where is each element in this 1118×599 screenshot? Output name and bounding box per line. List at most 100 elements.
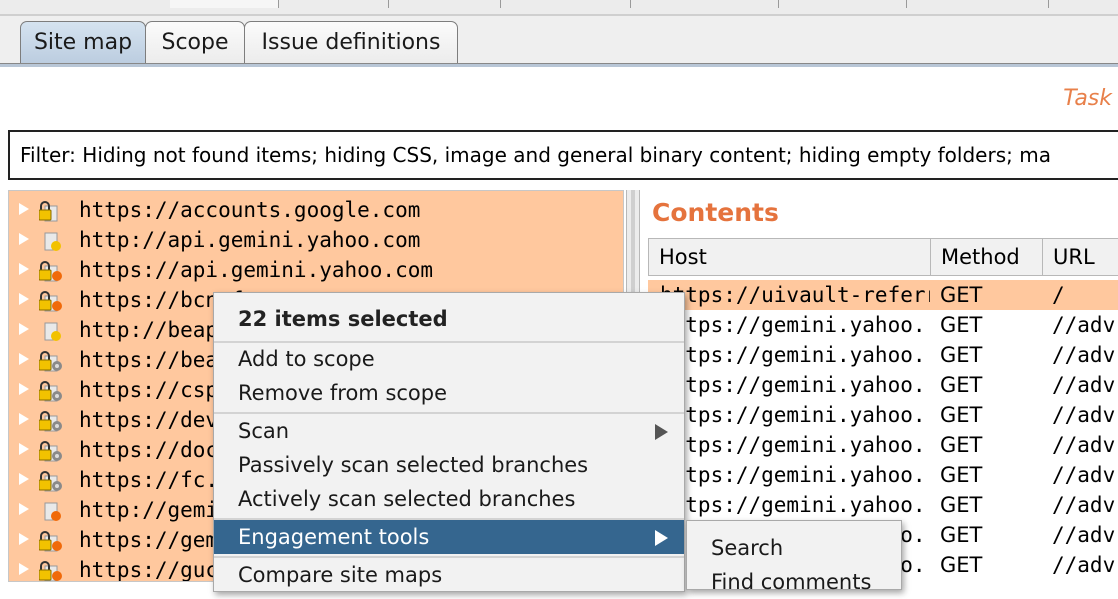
menu-add-to-scope[interactable]: Add to scope bbox=[214, 342, 684, 376]
tree-node[interactable]: http://api.gemini.yahoo.com bbox=[9, 225, 623, 255]
cell-method: GET bbox=[940, 373, 983, 397]
main-tab[interactable] bbox=[500, 0, 631, 8]
submenu-arrow-icon bbox=[655, 424, 668, 440]
lock-gear-icon bbox=[38, 440, 63, 462]
main-tab[interactable] bbox=[0, 0, 171, 8]
table-row[interactable]: https://uivault-referr... GET / bbox=[648, 280, 1118, 310]
cell-host: https://gemini.yahoo.... bbox=[660, 343, 930, 367]
expand-arrow-icon[interactable] bbox=[19, 293, 29, 305]
menu-remove-from-scope[interactable]: Remove from scope bbox=[214, 376, 684, 410]
lock-issue-icon bbox=[38, 260, 63, 282]
lock-gear-icon bbox=[38, 470, 63, 492]
menu-passive-scan[interactable]: Passively scan selected branches bbox=[214, 448, 684, 482]
main-tab[interactable] bbox=[906, 0, 1049, 8]
tree-node[interactable]: https://accounts.google.com bbox=[9, 195, 623, 225]
menu-find-comments[interactable]: Find comments bbox=[687, 565, 901, 599]
column-header-url[interactable]: URL bbox=[1043, 239, 1118, 275]
cell-url: //adv bbox=[1052, 493, 1116, 517]
lock-gear-icon bbox=[38, 380, 63, 402]
cell-url: //adv bbox=[1052, 343, 1116, 367]
expand-arrow-icon[interactable] bbox=[19, 353, 29, 365]
main-tab-active[interactable] bbox=[170, 0, 279, 8]
page-issue-icon bbox=[39, 500, 63, 522]
cell-host: https://gemini.yahoo.... bbox=[660, 403, 930, 427]
cell-method: GET bbox=[940, 343, 983, 367]
sub-tab-bar: Site map Scope Issue definitions bbox=[0, 16, 1118, 64]
main-tab[interactable] bbox=[778, 0, 907, 8]
expand-arrow-icon[interactable] bbox=[19, 263, 29, 275]
tree-node-label: https://deve bbox=[79, 408, 231, 432]
tab-site-map[interactable]: Site map bbox=[20, 21, 146, 63]
cell-url: //adv bbox=[1052, 523, 1116, 547]
main-tab[interactable] bbox=[278, 0, 389, 8]
table-row[interactable]: https://gemini.yahoo.... GET //adv bbox=[648, 460, 1118, 490]
lock-gear-icon bbox=[38, 350, 63, 372]
task-link[interactable]: Task bbox=[1063, 86, 1112, 111]
table-row[interactable]: https://gemini.yahoo.... GET //adv bbox=[648, 430, 1118, 460]
expand-arrow-icon[interactable] bbox=[19, 233, 29, 245]
tree-node-label: https://guce bbox=[79, 558, 231, 582]
table-row[interactable]: https://gemini.yahoo.... GET //adv bbox=[648, 340, 1118, 370]
menu-search[interactable]: Search bbox=[687, 531, 901, 565]
table-row[interactable]: https://gemini.yahoo.... GET //adv bbox=[648, 370, 1118, 400]
cell-url: / bbox=[1052, 283, 1065, 307]
expand-arrow-icon[interactable] bbox=[19, 473, 29, 485]
cell-host: https://uivault-referr... bbox=[660, 283, 930, 307]
lock-icon bbox=[38, 200, 63, 222]
tree-node-label: https://accounts.google.com bbox=[79, 198, 421, 222]
expand-arrow-icon[interactable] bbox=[19, 413, 29, 425]
cell-method: GET bbox=[940, 283, 983, 307]
table-row[interactable]: https://gemini.yahoo.... GET //adv bbox=[648, 400, 1118, 430]
main-tab[interactable] bbox=[388, 0, 501, 8]
expand-arrow-icon[interactable] bbox=[19, 563, 29, 575]
cell-method: GET bbox=[940, 313, 983, 337]
menu-engagement-tools[interactable]: Engagement tools bbox=[214, 520, 684, 554]
expand-arrow-icon[interactable] bbox=[19, 383, 29, 395]
column-header-host[interactable]: Host bbox=[649, 239, 931, 275]
menu-engagement-tools-label: Engagement tools bbox=[238, 525, 430, 549]
filter-bar[interactable]: Filter: Hiding not found items; hiding C… bbox=[8, 130, 1118, 180]
lock-issue-icon bbox=[38, 560, 63, 581]
cell-url: //adv bbox=[1052, 433, 1116, 457]
cell-host: https://gemini.yahoo.... bbox=[660, 493, 930, 517]
cell-method: GET bbox=[940, 553, 983, 577]
tree-node-label: http://api.gemini.yahoo.com bbox=[79, 228, 421, 252]
engagement-tools-submenu: Search Find comments bbox=[686, 520, 902, 594]
cell-url: //adv bbox=[1052, 553, 1116, 577]
menu-header: 22 items selected bbox=[238, 307, 448, 331]
expand-arrow-icon[interactable] bbox=[19, 443, 29, 455]
menu-scan[interactable]: Scan bbox=[214, 414, 684, 448]
lock-issue-icon bbox=[38, 290, 63, 312]
table-row[interactable]: https://gemini.yahoo.... GET //adv bbox=[648, 490, 1118, 520]
menu-active-scan[interactable]: Actively scan selected branches bbox=[214, 482, 684, 516]
tree-node-label: http://beap. bbox=[79, 318, 231, 342]
cell-method: GET bbox=[940, 463, 983, 487]
tree-node-label: https://gem bbox=[79, 528, 219, 552]
page-icon bbox=[39, 230, 63, 252]
cell-host: https://gemini.yahoo.... bbox=[660, 373, 930, 397]
cell-url: //adv bbox=[1052, 463, 1116, 487]
context-menu: 22 items selected Add to scope Remove fr… bbox=[213, 292, 685, 592]
expand-arrow-icon[interactable] bbox=[19, 503, 29, 515]
cell-host: https://gemini.yahoo.... bbox=[660, 433, 930, 457]
main-tab-strip bbox=[0, 0, 1118, 15]
expand-arrow-icon[interactable] bbox=[19, 323, 29, 335]
column-header-method[interactable]: Method bbox=[931, 239, 1043, 275]
main-tab[interactable] bbox=[1048, 0, 1118, 8]
lock-gear-icon bbox=[38, 410, 63, 432]
tree-node[interactable]: https://api.gemini.yahoo.com bbox=[9, 255, 623, 285]
tree-node-label: https://docs bbox=[79, 438, 231, 462]
cell-host: https://gemini.yahoo.... bbox=[660, 313, 930, 337]
expand-arrow-icon[interactable] bbox=[19, 203, 29, 215]
menu-compare-site-maps[interactable]: Compare site maps bbox=[214, 558, 684, 592]
table-row[interactable]: https://gemini.yahoo.... GET //adv bbox=[648, 310, 1118, 340]
tab-scope[interactable]: Scope bbox=[145, 21, 245, 63]
cell-url: //adv bbox=[1052, 313, 1116, 337]
main-tab[interactable] bbox=[630, 0, 779, 8]
tab-issue-definitions[interactable]: Issue definitions bbox=[244, 21, 458, 63]
cell-method: GET bbox=[940, 433, 983, 457]
table-header: Host Method URL bbox=[648, 238, 1118, 276]
expand-arrow-icon[interactable] bbox=[19, 533, 29, 545]
tree-node-label: https://csp. bbox=[79, 378, 231, 402]
menu-scan-label: Scan bbox=[238, 419, 290, 443]
